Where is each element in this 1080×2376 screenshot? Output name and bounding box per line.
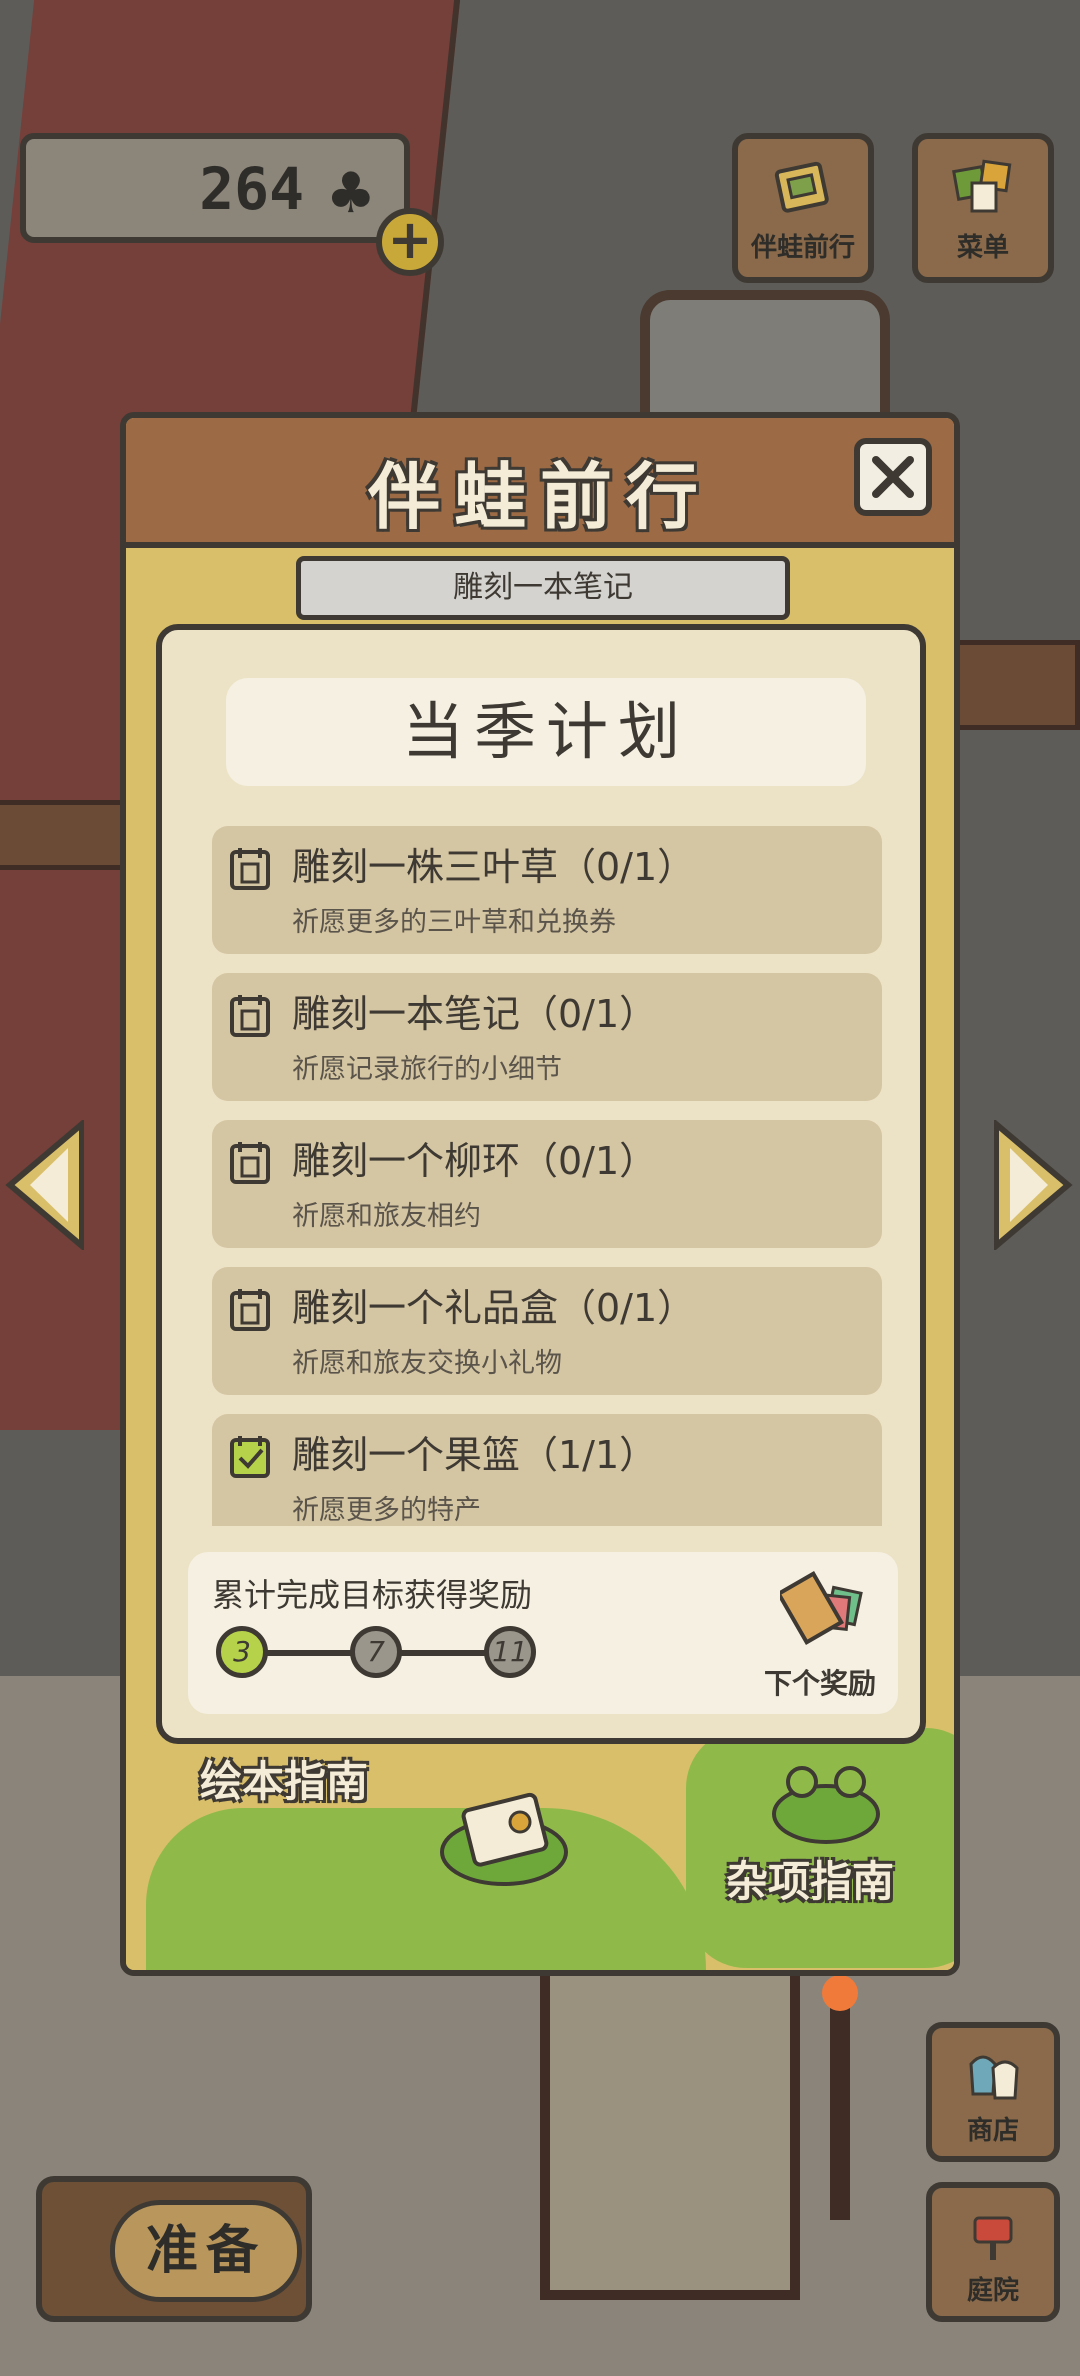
calendar-icon [230,995,270,1037]
task-item[interactable]: 雕刻一个柳环（0/1） 祈愿和旅友相约 [212,1120,882,1248]
notebook-icon [774,161,829,213]
task-name: 雕刻一本笔记（0/1） [292,992,658,1036]
close-button[interactable] [854,438,932,516]
book-icon[interactable] [438,1788,570,1888]
task-desc: 祈愿更多的三叶草和兑换券 [292,907,616,938]
task-item[interactable]: 雕刻一株三叶草（0/1） 祈愿更多的三叶草和兑换券 [212,826,882,954]
task-name: 雕刻一株三叶草（0/1） [292,845,696,889]
yard-label: 庭院 [966,2276,1019,2306]
task-desc: 祈愿记录旅行的小细节 [292,1054,562,1085]
menu-label: 菜单 [956,233,1009,263]
plan-panel: 当季计划 雕刻一株三叶草（0/1） 祈愿更多的三叶草和兑换券 雕刻一本笔记（0/… [156,624,926,1744]
shop-bags-icon [969,2055,1019,2100]
close-icon [872,456,914,498]
picture-book-guide-label[interactable]: 绘本指南 [200,1748,368,1809]
task-desc: 祈愿和旅友相约 [292,1201,481,1232]
travel-modal: 伴蛙前行 雕刻一本笔记 当季计划 雕刻一株三叶草（0/1） 祈愿更多的三叶草和兑… [120,412,960,1976]
add-clover-button[interactable]: + [376,208,444,276]
prepare-button[interactable]: 准备 [36,2176,312,2322]
wood-block-icon[interactable] [780,1566,872,1652]
lamp-post [830,2000,850,2220]
wooden-shelf-left [0,800,140,870]
yard-button[interactable]: 庭院 [926,2182,1060,2322]
shop-button[interactable]: 商店 [926,2022,1060,2162]
plan-title: 当季计划 [226,678,866,786]
milestone-connector [400,1650,488,1656]
task-name: 雕刻一个柳环（0/1） [292,1139,658,1183]
next-reward-label: 下个奖励 [764,1667,877,1700]
travel-button[interactable]: 伴蛙前行 [732,133,874,283]
menu-button[interactable]: 菜单 [912,133,1054,283]
milestone-connector [264,1650,352,1656]
task-item-completed[interactable]: 雕刻一个果篮（1/1） 祈愿更多的特产 [212,1414,882,1526]
modal-title: 伴蛙前行 [367,455,712,539]
modal-header: 伴蛙前行 [126,418,954,548]
task-item[interactable]: 雕刻一个礼品盒（0/1） 祈愿和旅友交换小礼物 [212,1267,882,1395]
prepare-label: 准备 [110,2200,302,2302]
lamp-flame [822,1975,858,2011]
shop-label: 商店 [966,2116,1019,2146]
task-desc: 祈愿更多的特产 [292,1495,481,1526]
milestone-reached: 3 [216,1626,268,1678]
calendar-check-icon [230,1436,270,1478]
mailbox-icon [973,2216,1013,2260]
calendar-icon [230,1142,270,1184]
menu-cards-icon [952,159,1012,213]
garden-gate [540,1960,800,2300]
calendar-icon [230,848,270,890]
task-name: 雕刻一个礼品盒（0/1） [292,1286,696,1330]
calendar-icon [230,1289,270,1331]
clover-count: 264 [199,155,304,223]
milestone-pending: 11 [484,1626,536,1678]
current-carving-banner: 雕刻一本笔记 [296,556,790,620]
task-name: 雕刻一个果篮（1/1） [292,1433,658,1477]
reward-text: 累计完成目标获得奖励 [212,1576,533,1614]
misc-guide-label[interactable]: 杂项指南 [726,1848,894,1909]
milestone-pending: 7 [350,1626,402,1678]
reward-progress: 累计完成目标获得奖励 3 7 11 下个奖励 [188,1552,898,1714]
grass-area [146,1808,706,1970]
frog-icon [772,1766,880,1844]
task-item[interactable]: 雕刻一本笔记（0/1） 祈愿记录旅行的小细节 [212,973,882,1101]
clover-counter: 264 ♣ [20,133,410,243]
next-page-arrow-icon[interactable] [994,1120,1074,1250]
task-desc: 祈愿和旅友交换小礼物 [292,1348,562,1379]
travel-label: 伴蛙前行 [750,233,855,263]
clover-icon: ♣ [325,161,376,226]
prev-page-arrow-icon[interactable] [4,1120,84,1250]
task-list[interactable]: 雕刻一株三叶草（0/1） 祈愿更多的三叶草和兑换券 雕刻一本笔记（0/1） 祈愿… [212,826,882,1526]
